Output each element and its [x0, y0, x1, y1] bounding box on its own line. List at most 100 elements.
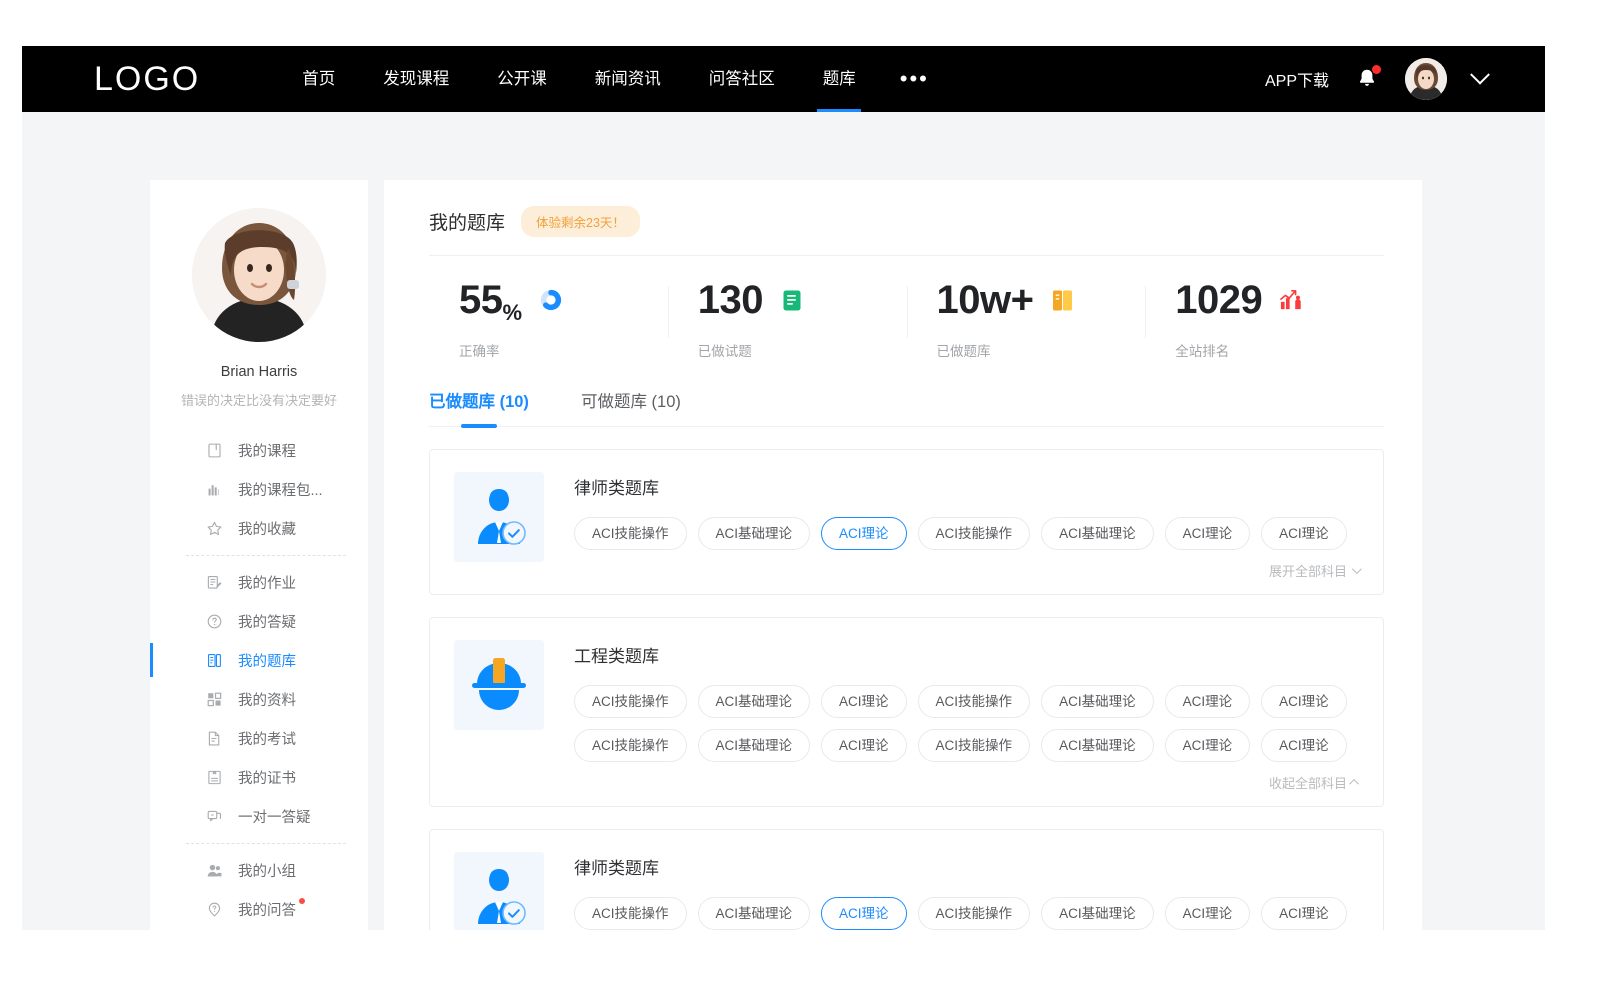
subject-tag[interactable]: ACI技能操作: [918, 729, 1031, 762]
subject-tag[interactable]: ACI基础理论: [1041, 897, 1154, 930]
subject-tag[interactable]: ACI理论: [1261, 685, 1347, 718]
card-body: 工程类题库ACI技能操作ACI基础理论ACI理论ACI技能操作ACI基础理论AC…: [574, 640, 1359, 792]
sidebar-item-badge-dot: [299, 898, 305, 904]
question-bank-card[interactable]: 律师类题库ACI技能操作ACI基础理论ACI理论ACI技能操作ACI基础理论AC…: [429, 829, 1384, 930]
sidebar-item-7[interactable]: 我的资料: [150, 680, 368, 719]
subject-tag[interactable]: ACI基础理论: [1041, 517, 1154, 550]
materials-icon: [206, 691, 223, 708]
sidebar-item-11[interactable]: 我的小组: [150, 851, 368, 890]
sidebar-item-label: 我的答疑: [238, 611, 296, 632]
question-circle-icon: [206, 613, 223, 630]
card-body: 律师类题库ACI技能操作ACI基础理论ACI理论ACI技能操作ACI基础理论AC…: [574, 472, 1359, 580]
notification-bell-button[interactable]: [1355, 66, 1379, 92]
nav-item-5[interactable]: 问答社区: [685, 46, 799, 112]
nav-item-1[interactable]: 首页: [278, 46, 359, 112]
sidebar-item-label: 我的小组: [238, 860, 296, 881]
subject-tag[interactable]: ACI基础理论: [698, 729, 811, 762]
page-canvas: LOGO 首页发现课程公开课新闻资讯问答社区题库 ••• APP下载: [22, 46, 1545, 930]
subject-tag[interactable]: ACI理论: [1165, 897, 1251, 930]
stat-card-3: 10w+已做题库: [907, 274, 1146, 360]
stat-value: 55: [459, 280, 503, 320]
exam-doc-icon: [206, 730, 223, 747]
stat-card-1: 55%正确率: [429, 274, 668, 360]
subject-tag[interactable]: ACI技能操作: [918, 517, 1031, 550]
stat-card-4: 1029全站排名: [1145, 274, 1384, 360]
stat-label: 已做题库: [937, 340, 1146, 360]
sidebar-item-9[interactable]: 我的证书: [150, 758, 368, 797]
sidebar-item-5[interactable]: 我的答疑: [150, 602, 368, 641]
lawyer-avatar-icon: [468, 487, 530, 547]
yellow-book-icon: [1052, 289, 1073, 312]
sidebar-item-1[interactable]: 我的课程: [150, 431, 368, 470]
expand-row: 展开全部科目: [574, 561, 1359, 580]
chart-bars-icon: [206, 481, 223, 498]
yellow-book-icon: [1051, 288, 1073, 312]
site-logo[interactable]: LOGO: [94, 60, 200, 99]
subject-tag[interactable]: ACI技能操作: [918, 897, 1031, 930]
sidebar-item-label: 我的证书: [238, 767, 296, 788]
subject-tag[interactable]: ACI理论: [821, 517, 907, 550]
subject-tag[interactable]: ACI理论: [1165, 517, 1251, 550]
nav-more-icon[interactable]: •••: [880, 54, 949, 104]
nav-item-2[interactable]: 发现课程: [359, 46, 473, 112]
sidebar-item-label: 我的作业: [238, 572, 296, 593]
subject-tag-row: ACI技能操作 ACI基础理论 ACI理论 ACI技能操作 ACI基础理论 ACI理论 AC…: [574, 685, 1359, 718]
expand-subjects-link[interactable]: 展开全部科目: [1269, 561, 1359, 580]
subject-tag[interactable]: ACI理论: [1261, 729, 1347, 762]
subject-tag[interactable]: ACI理论: [1165, 685, 1251, 718]
book-icon: [206, 442, 223, 459]
sidebar-item-4[interactable]: 我的作业: [150, 563, 368, 602]
subject-tag[interactable]: ACI技能操作: [574, 897, 687, 930]
subject-tag[interactable]: ACI基础理论: [698, 685, 811, 718]
user-avatar-icon: [1405, 58, 1447, 100]
sidebar-item-10[interactable]: 一对一答疑: [150, 797, 368, 836]
body-area: Brian Harris 错误的决定比没有决定要好 我的课程我的课程包...我的…: [22, 112, 1545, 930]
nav-item-6[interactable]: 题库: [799, 46, 880, 112]
subject-tag[interactable]: ACI理论: [1261, 897, 1347, 930]
subject-tag-row: ACI技能操作 ACI基础理论 ACI理论 ACI技能操作 ACI基础理论 ACI理论 AC…: [574, 897, 1359, 930]
tab-2[interactable]: 可做题库 (10): [581, 388, 681, 426]
expand-row: 收起全部科目: [574, 773, 1359, 792]
page-title: 我的题库: [429, 208, 505, 235]
app-download-link[interactable]: APP下载: [1265, 67, 1329, 91]
tab-1[interactable]: 已做题库 (10): [429, 388, 529, 426]
subject-tag[interactable]: ACI理论: [1261, 517, 1347, 550]
nav-item-4[interactable]: 新闻资讯: [571, 46, 685, 112]
sidebar-avatar[interactable]: [192, 208, 326, 342]
sidebar-item-12[interactable]: 我的问答: [150, 890, 368, 929]
question-bank-card[interactable]: 律师类题库ACI技能操作ACI基础理论ACI理论ACI技能操作ACI基础理论AC…: [429, 449, 1384, 595]
subject-tag[interactable]: ACI技能操作: [918, 685, 1031, 718]
exam-doc-icon: [206, 730, 223, 747]
subject-tag[interactable]: ACI技能操作: [574, 517, 687, 550]
subject-tag[interactable]: ACI基础理论: [698, 897, 811, 930]
chat-bubble-icon: [206, 808, 223, 825]
subject-tag[interactable]: ACI理论: [821, 685, 907, 718]
trial-status-badge: 体验剩余23天！: [521, 206, 640, 237]
expand-subjects-label: 展开全部科目: [1269, 561, 1347, 580]
account-dropdown-chevron[interactable]: [1470, 65, 1490, 85]
engineer-helmet-icon: [454, 640, 544, 730]
question-bank-card[interactable]: 工程类题库ACI技能操作ACI基础理论ACI理论ACI技能操作ACI基础理论AC…: [429, 617, 1384, 807]
sidebar-item-3[interactable]: 我的收藏: [150, 509, 368, 548]
sidebar-item-label: 我的收藏: [238, 518, 296, 539]
subject-tag[interactable]: ACI理论: [821, 729, 907, 762]
subject-tag[interactable]: ACI技能操作: [574, 729, 687, 762]
subject-tag[interactable]: ACI基础理论: [698, 517, 811, 550]
expand-subjects-link[interactable]: 收起全部科目: [1269, 773, 1359, 792]
nav-item-3[interactable]: 公开课: [473, 46, 571, 112]
expand-subjects-label: 收起全部科目: [1269, 773, 1347, 792]
subject-tag[interactable]: ACI理论: [1165, 729, 1251, 762]
subject-tag[interactable]: ACI基础理论: [1041, 729, 1154, 762]
sidebar-item-8[interactable]: 我的考试: [150, 719, 368, 758]
subject-tag[interactable]: ACI技能操作: [574, 685, 687, 718]
subject-tag[interactable]: ACI基础理论: [1041, 685, 1154, 718]
card-title: 律师类题库: [574, 854, 1359, 879]
subject-tag[interactable]: ACI理论: [821, 897, 907, 930]
question-bank-icon: [206, 652, 223, 669]
header-avatar[interactable]: [1405, 58, 1447, 100]
group-users-icon: [206, 862, 223, 879]
header-right-tools: APP下载: [1265, 58, 1545, 100]
sidebar-item-2[interactable]: 我的课程包...: [150, 470, 368, 509]
sidebar-item-13[interactable]: 我的笔记: [150, 929, 368, 930]
sidebar-item-6[interactable]: 我的题库: [150, 641, 368, 680]
